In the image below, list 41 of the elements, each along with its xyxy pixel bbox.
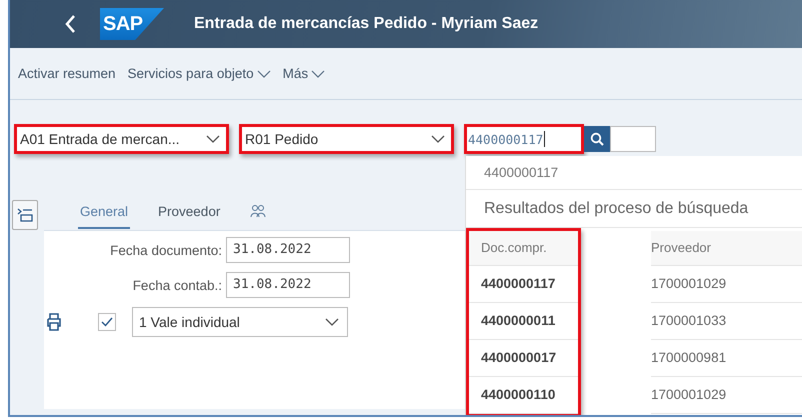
suggestion-item[interactable]: 4400000117 [466,156,802,190]
caret-icon [431,135,445,143]
checkmark-icon [101,317,113,327]
people-icon [250,204,266,218]
table-cell[interactable]: 4400000017 [469,340,578,377]
dropdown-field[interactable]: R01 Pedido [239,124,454,154]
tab[interactable]: Proveedor [156,200,222,229]
back-icon[interactable] [64,14,76,34]
column-header: Doc.compr. [469,231,578,266]
table-cell[interactable]: 4400000110 [469,377,578,414]
date-field[interactable]: 31.08.2022 [226,272,350,298]
caret-icon [311,70,326,78]
column-header: Proveedor [651,231,802,266]
toolbar-button[interactable]: Más [282,66,326,81]
caret-icon [325,318,339,326]
panel-toggle-icon [17,208,33,222]
toolbar-button[interactable]: Activar resumen [18,66,116,81]
dropdown-field[interactable]: A01 Entrada de mercan... [14,124,229,154]
search-icon [590,132,604,146]
window-title: Entrada de mercancías Pedido - Myriam Saez [194,15,538,33]
toolbar-button[interactable]: Servicios para objeto [128,66,271,81]
search-field[interactable]: 4400000117 [464,124,584,154]
caret-icon [206,135,220,143]
field-label: Fecha documento: [110,242,222,258]
table-cell[interactable]: 1700000981 [651,340,802,377]
caret-icon [256,70,271,78]
input-field[interactable] [610,126,656,152]
search-button[interactable] [584,126,610,152]
table-cell[interactable]: 1700001029 [651,377,802,414]
printer-icon[interactable] [46,313,62,331]
logo[interactable]: SAP [100,8,164,40]
panel-toggle-button[interactable] [12,200,38,230]
date-field[interactable]: 31.08.2022 [226,237,350,263]
field-label: Fecha contab.: [132,278,222,292]
tab[interactable]: General [78,200,130,229]
table-cell[interactable]: 4400000011 [469,303,578,340]
dropdown-field[interactable]: 1 Vale individual [132,307,348,337]
checkbox[interactable] [98,313,116,331]
table-cell[interactable]: 1700001033 [651,303,802,340]
table-cell[interactable]: 4400000117 [469,266,578,303]
table-cell[interactable]: 1700001029 [651,266,802,303]
